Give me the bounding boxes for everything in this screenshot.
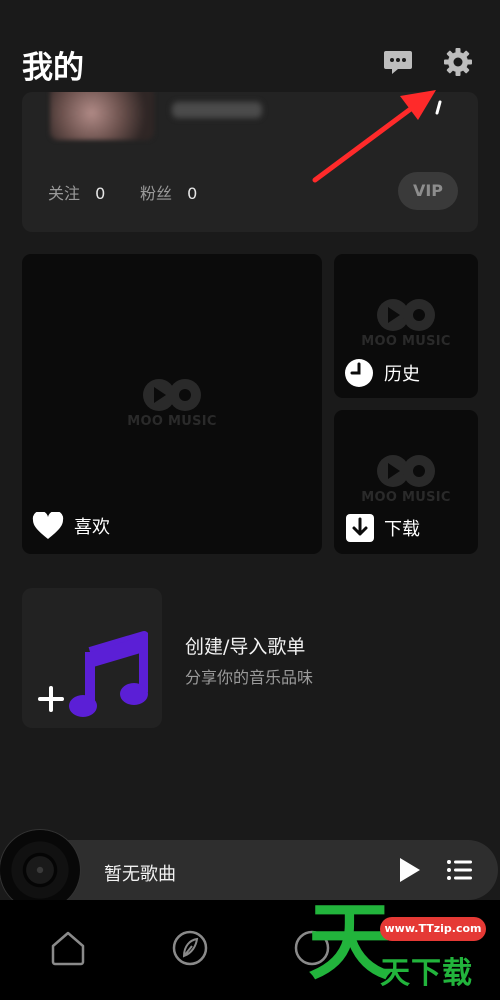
play-button[interactable] xyxy=(396,856,422,884)
message-button[interactable] xyxy=(382,46,414,78)
username-blurred xyxy=(172,102,262,118)
queue-button[interactable] xyxy=(446,858,472,882)
home-icon xyxy=(51,931,85,966)
fans-label: 粉丝 xyxy=(140,184,173,203)
favorites-tile[interactable]: MOO MUSIC 喜欢 xyxy=(22,254,322,554)
moo-logo-text: MOO MUSIC xyxy=(127,414,217,429)
fans-count: 0 xyxy=(187,184,198,203)
nav-discover[interactable] xyxy=(170,928,210,968)
favorites-label-row: 喜欢 xyxy=(32,512,110,540)
gear-icon xyxy=(444,48,472,76)
chat-bubble-icon xyxy=(384,51,412,74)
avatar[interactable] xyxy=(50,92,154,140)
clock-icon xyxy=(345,359,373,387)
moo-logo-text: MOO MUSIC xyxy=(361,334,451,349)
settings-button[interactable] xyxy=(442,46,474,78)
vinyl-disc-icon[interactable] xyxy=(0,830,80,910)
history-tile[interactable]: MOO MUSIC 历史 xyxy=(334,254,478,398)
moo-logo-icon xyxy=(377,299,435,331)
downloads-tile[interactable]: MOO MUSIC 下载 xyxy=(334,410,478,554)
annotation-arrow xyxy=(312,90,442,183)
moo-music-logo: MOO MUSIC xyxy=(356,454,456,505)
downloads-label: 下载 xyxy=(384,519,420,540)
downloads-label-row: 下载 xyxy=(346,514,420,542)
plus-icon xyxy=(38,686,64,712)
moo-music-logo: MOO MUSIC xyxy=(122,378,222,429)
favorites-label: 喜欢 xyxy=(74,517,110,538)
download-icon xyxy=(346,514,374,542)
moo-logo-icon xyxy=(143,379,201,411)
moo-music-logo: MOO MUSIC xyxy=(356,298,456,349)
nav-home[interactable] xyxy=(48,928,88,968)
fans-stat[interactable]: 粉丝 0 xyxy=(140,180,197,204)
history-label-row: 历史 xyxy=(344,358,420,388)
follow-label: 关注 xyxy=(48,184,81,203)
watermark-url: www.TTzip.com xyxy=(380,917,486,941)
follow-stat[interactable]: 关注 0 xyxy=(48,180,105,204)
queue-list-icon xyxy=(447,860,472,880)
page-title: 我的 xyxy=(22,50,84,86)
moo-logo-text: MOO MUSIC xyxy=(361,490,451,505)
music-note-icon xyxy=(69,631,148,717)
create-playlist-subtitle: 分享你的音乐品味 xyxy=(185,668,314,687)
play-icon xyxy=(400,858,420,882)
leaf-icon xyxy=(172,930,208,966)
heart-icon xyxy=(32,512,64,539)
watermark-brand: 天下载 xyxy=(380,956,473,991)
create-playlist-button[interactable] xyxy=(22,588,162,728)
moo-logo-icon xyxy=(377,455,435,487)
create-playlist-title[interactable]: 创建/导入歌单 xyxy=(185,632,305,659)
now-playing-title: 暂无歌曲 xyxy=(104,864,176,885)
history-label: 历史 xyxy=(384,364,420,385)
follow-count: 0 xyxy=(95,184,106,203)
